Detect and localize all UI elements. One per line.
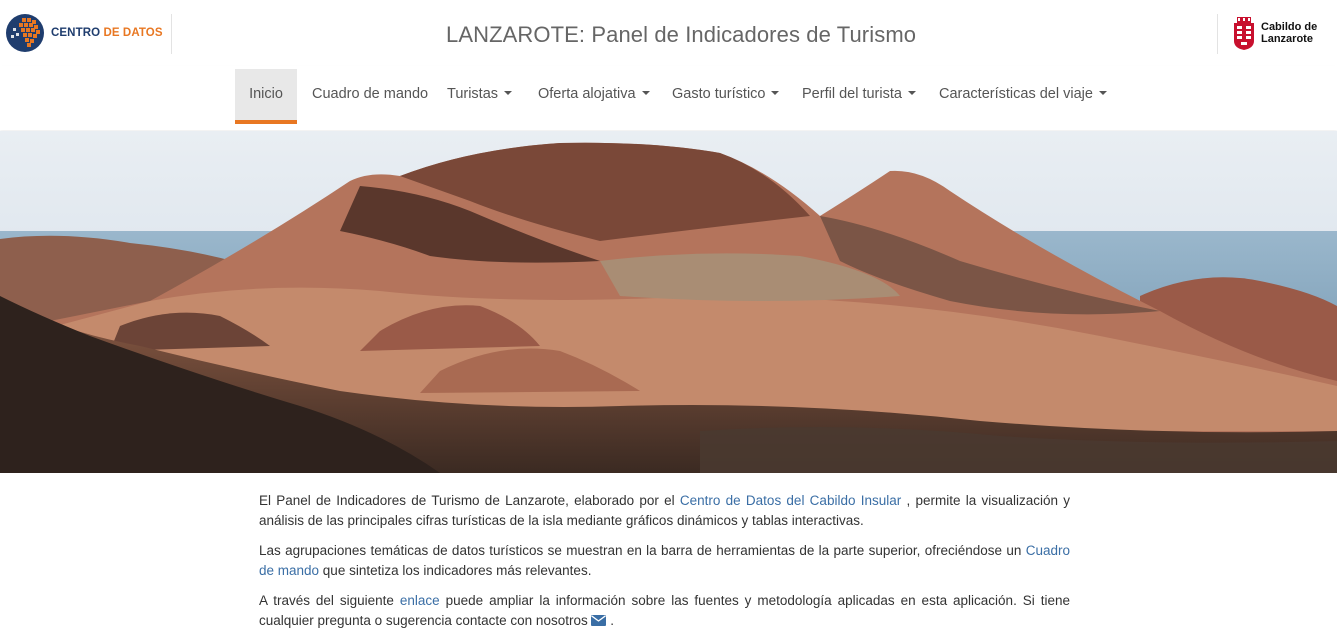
cabildo-wordmark: Cabildo de Lanzarote: [1261, 21, 1317, 45]
hero-image: [0, 131, 1337, 473]
volcanic-landscape-illustration: [0, 131, 1337, 473]
centro-de-datos-logo[interactable]: CENTRO DE DATOS: [5, 12, 163, 54]
caret-down-icon: [1098, 91, 1107, 96]
intro-p2-text-b: que sintetiza los indicadores más releva…: [319, 563, 592, 578]
cabildo-logo[interactable]: Cabildo de Lanzarote: [1232, 15, 1317, 51]
nav-label-perfil-del-turista: Perfil del turista: [802, 86, 902, 102]
caret-down-icon: [641, 91, 650, 96]
nav-label-cuadro-de-mando: Cuadro de mando: [312, 86, 429, 102]
caret-down-icon: [907, 91, 916, 96]
contact-email-link[interactable]: [591, 613, 607, 628]
nav-item-turistas[interactable]: Turistas: [447, 69, 513, 124]
nav-label-gasto-turistico: Gasto turístico: [672, 86, 766, 102]
nav-item-perfil-del-turista[interactable]: Perfil del turista: [802, 69, 916, 124]
main-nav: Inicio Cuadro de mando Turistas Oferta a…: [0, 66, 1337, 130]
cabildo-text-line1: Cabildo de: [1261, 21, 1318, 33]
envelope-icon: [591, 615, 607, 626]
page-title: LANZAROTE: Panel de Indicadores de Turis…: [446, 22, 917, 47]
centro-de-datos-globe-icon: [6, 14, 44, 52]
logo-text-centro: CENTRO: [51, 27, 104, 39]
caret-down-icon: [771, 91, 780, 96]
nav-item-inicio[interactable]: Inicio: [235, 69, 297, 124]
nav-item-cuadro-de-mando[interactable]: Cuadro de mando: [312, 69, 428, 124]
intro-paragraph-2: Las agrupaciones temáticas de datos turí…: [259, 541, 1070, 581]
nav-label-inicio: Inicio: [249, 86, 283, 102]
nav-item-oferta-alojativa[interactable]: Oferta alojativa: [538, 69, 650, 124]
nav-label-caracteristicas-del-viaje: Características del viaje: [939, 86, 1093, 102]
methodology-link[interactable]: enlace: [400, 593, 440, 608]
intro-paragraph-1: El Panel de Indicadores de Turismo de La…: [259, 491, 1070, 531]
nav-label-oferta-alojativa: Oferta alojativa: [538, 86, 636, 102]
caret-down-icon: [504, 91, 513, 96]
intro-p3-text-a: A través del siguiente: [259, 593, 400, 608]
header-divider-right: [1217, 14, 1218, 54]
intro-text: El Panel de Indicadores de Turismo de La…: [259, 491, 1070, 635]
logo-text-datos: DE DATOS: [103, 27, 163, 39]
intro-p2-text-a: Las agrupaciones temáticas de datos turí…: [259, 543, 1026, 558]
nav-label-turistas: Turistas: [447, 86, 499, 102]
cabildo-shield-icon: [1234, 17, 1254, 50]
centro-de-datos-link[interactable]: Centro de Datos del Cabildo Insular: [680, 493, 901, 508]
header-divider-left: [171, 14, 172, 54]
site-header: CENTRO DE DATOS LANZAROTE: Panel de Indi…: [0, 0, 1337, 66]
cabildo-text-line2: Lanzarote: [1261, 33, 1313, 45]
centro-de-datos-wordmark: CENTRO DE DATOS: [51, 27, 163, 39]
nav-item-gasto-turistico[interactable]: Gasto turístico: [672, 69, 780, 124]
intro-p1-text-a: El Panel de Indicadores de Turismo de La…: [259, 493, 680, 508]
intro-paragraph-3: A través del siguiente enlace puede ampl…: [259, 591, 1070, 631]
nav-item-caracteristicas-del-viaje[interactable]: Características del viaje: [939, 69, 1107, 124]
intro-p3-text-end: .: [606, 613, 614, 628]
